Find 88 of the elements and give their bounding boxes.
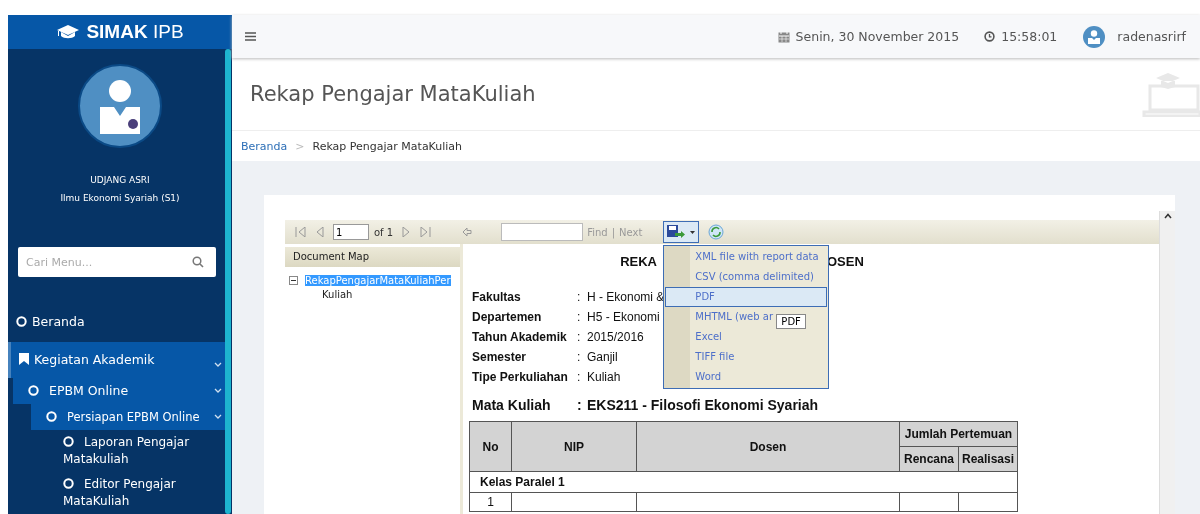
field-value: Kuliah [587, 370, 621, 384]
field-label: Fakultas [472, 290, 521, 304]
export-button[interactable] [663, 221, 700, 243]
column-header: NIP [511, 421, 637, 472]
caret-icon [690, 230, 696, 234]
report-title: OSEN [827, 254, 864, 269]
circle-icon [46, 411, 57, 422]
field-colon: : [577, 310, 581, 324]
bookmark-icon [19, 353, 29, 365]
export-menu-item[interactable]: Word [665, 367, 723, 387]
table-cell [899, 492, 959, 512]
menu-item[interactable]: Editor Pengajar MataKuliah [8, 472, 225, 514]
menu-item[interactable]: EPBM Online [13, 378, 225, 404]
previous-page-icon[interactable] [316, 227, 324, 237]
menu-item[interactable]: Kegiatan Akademik [8, 342, 225, 378]
graduation-cap-icon [56, 24, 81, 40]
export-menu-item[interactable]: MHTML (web ar [665, 307, 774, 327]
menu-item[interactable]: Persiapan EPBM Online [31, 404, 225, 430]
breadcrumb-separator: > [295, 139, 305, 153]
next-page-icon[interactable] [402, 227, 411, 237]
report-title: REKA [620, 254, 657, 269]
back-arrow-icon[interactable] [462, 227, 473, 237]
export-menu-item[interactable]: XML file with report data [665, 247, 820, 267]
collapse-icon[interactable] [289, 276, 298, 285]
menu-item[interactable]: Laporan Pengajar Matakuliah [8, 430, 225, 472]
scrollbar[interactable] [1159, 211, 1175, 514]
scroll-up-icon[interactable] [1163, 213, 1172, 219]
chevron-icon [214, 388, 222, 394]
user-avatar-icon[interactable] [1083, 25, 1106, 48]
document-map-item[interactable]: RekapPengajarMataKuliahPer [305, 275, 451, 286]
circle-icon [63, 478, 74, 489]
tooltip: PDF [776, 314, 806, 329]
document-map-item[interactable]: Kuliah [322, 289, 353, 300]
field-value: 2015/2016 [587, 330, 644, 344]
menu-item[interactable]: Beranda [8, 304, 225, 340]
breadcrumb-current: Rekap Pengajar MataKuliah [312, 139, 463, 153]
export-menu-item[interactable]: PDF [665, 287, 828, 307]
circle-icon [28, 385, 39, 396]
search-icon [192, 256, 204, 268]
save-icon [667, 225, 688, 239]
column-header: Dosen [636, 421, 900, 472]
page-title: Rekap Pengajar MataKuliah [250, 82, 536, 106]
first-page-icon[interactable] [295, 227, 307, 237]
field-label: Tipe Perkuliahan [472, 370, 568, 384]
field-colon: : [577, 290, 581, 304]
document-map-header: Document Map [285, 247, 460, 267]
user-name: UDJANG ASRI [89, 175, 151, 185]
field-colon: : [577, 350, 581, 364]
export-menu-item[interactable]: Excel [665, 327, 723, 347]
field-value: H5 - Ekonomi [587, 310, 660, 324]
page-count: of 1 [374, 226, 394, 238]
column-header: No [469, 421, 512, 472]
calendar-icon [777, 30, 790, 43]
clock-icon [984, 31, 996, 42]
table-cell [958, 492, 1018, 512]
page-number-field[interactable]: 1 [333, 224, 369, 240]
field-value: Ganjil [587, 350, 618, 364]
field-colon: : [577, 397, 582, 413]
chevron-icon [214, 414, 222, 420]
find-separator: | [611, 226, 616, 238]
group-row: Kelas Paralel 1 [469, 471, 1018, 493]
find-field[interactable] [501, 223, 584, 241]
export-menu-item[interactable]: CSV (comma delimited) [665, 267, 815, 287]
user-avatar-icon [78, 64, 162, 148]
app-logo-text: SIMAK IPB [86, 21, 184, 43]
menu-icon[interactable] [245, 32, 256, 41]
field-label: Semester [472, 350, 527, 364]
username[interactable]: radenasrirf [1117, 29, 1186, 44]
field-value: H - Ekonomi & [587, 290, 665, 304]
export-menu-item[interactable]: TIFF file [665, 347, 736, 367]
circle-icon [16, 316, 27, 327]
table-cell: 1 [469, 492, 512, 512]
refresh-icon[interactable] [708, 224, 725, 240]
circle-icon [63, 436, 74, 447]
last-page-icon[interactable] [419, 227, 432, 237]
search-field[interactable]: Cari Menu... [18, 247, 216, 277]
user-program: Ilmu Ekonomi Syariah (S1) [59, 193, 181, 203]
field-label: Tahun Akademik [472, 330, 567, 344]
field-colon: : [577, 370, 581, 384]
field-colon: : [577, 330, 581, 344]
breadcrumb-link[interactable]: Beranda [241, 139, 288, 153]
time-text: 15:58:01 [1001, 29, 1058, 44]
chevron-icon [214, 362, 222, 368]
date-text: Senin, 30 November 2015 [795, 29, 960, 44]
course-label: Mata Kuliah [472, 397, 551, 413]
field-label: Departemen [472, 310, 542, 324]
column-group-header: Jumlah Pertemuan [899, 421, 1018, 447]
course-value: EKS211 - Filosofi Ekonomi Syariah [587, 397, 819, 413]
